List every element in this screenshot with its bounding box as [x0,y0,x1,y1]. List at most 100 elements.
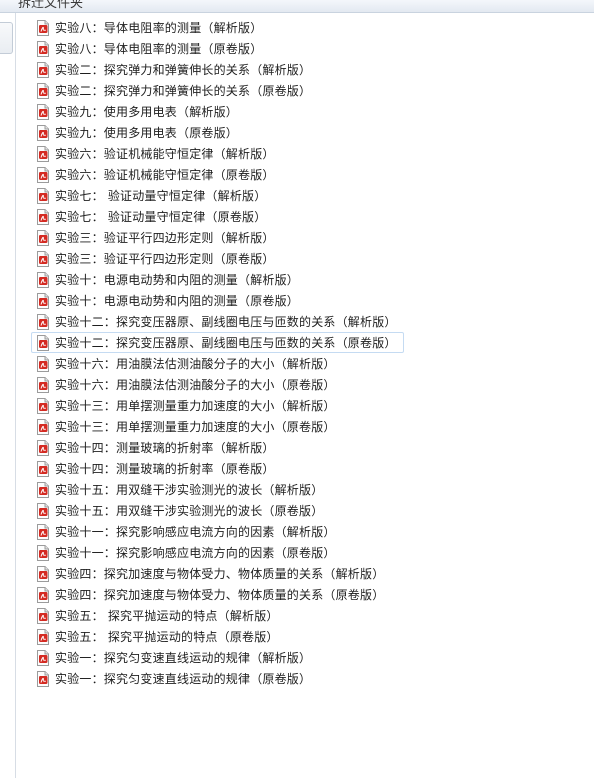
navigation-pane[interactable] [0,13,16,778]
pdf-icon [37,607,49,624]
window-title: 拆迁文件夹 [18,0,84,11]
file-name: 实验四：探究加速度与物体受力、物体质量的关系（原卷版） [55,587,385,602]
file-name: 实验十二：探究变压器原、副线圈电压与匝数的关系（解析版） [55,314,397,329]
file-item[interactable]: 实验五： 探究平抛运动的特点（解析版） [31,605,404,626]
file-item[interactable]: 实验三：验证平行四边形定则（原卷版） [31,248,404,269]
file-item[interactable]: 实验六：验证机械能守恒定律（原卷版） [31,164,404,185]
file-item[interactable]: 实验一：探究匀变速直线运动的规律（原卷版） [31,668,404,689]
file-item[interactable]: 实验二：探究弹力和弹簧伸长的关系（原卷版） [31,80,404,101]
file-name: 实验一：探究匀变速直线运动的规律（解析版） [55,650,312,665]
file-item[interactable]: 实验九：使用多用电表（原卷版） [31,122,404,143]
file-name: 实验十：电源电动势和内阻的测量（原卷版） [55,293,300,308]
file-item[interactable]: 实验十：电源电动势和内阻的测量（原卷版） [31,290,404,311]
pdf-icon [37,460,49,477]
file-item[interactable]: 实验十二：探究变压器原、副线圈电压与匝数的关系（原卷版） [31,332,404,353]
pdf-icon [37,418,49,435]
file-name: 实验八：导体电阻率的测量（原卷版） [55,41,263,56]
file-name: 实验十三：用单摆测量重力加速度的大小（解析版） [55,398,336,413]
pdf-icon [37,544,49,561]
file-name: 实验一：探究匀变速直线运动的规律（原卷版） [55,671,312,686]
pdf-icon [37,292,49,309]
pdf-icon [37,250,49,267]
file-item[interactable]: 实验七： 验证动量守恒定律（解析版） [31,185,404,206]
file-name: 实验十五：用双缝干涉实验测光的波长（解析版） [55,482,324,497]
file-name: 实验十四：测量玻璃的折射率（解析版） [55,440,275,455]
file-item[interactable]: 实验十四：测量玻璃的折射率（解析版） [31,437,404,458]
file-item[interactable]: 实验四：探究加速度与物体受力、物体质量的关系（原卷版） [31,584,404,605]
file-name: 实验五： 探究平抛运动的特点（解析版） [55,608,279,623]
pdf-icon [37,586,49,603]
file-name: 实验三：验证平行四边形定则（原卷版） [55,251,275,266]
pdf-icon [37,355,49,372]
pdf-icon [37,187,49,204]
file-name: 实验三：验证平行四边形定则（解析版） [55,230,275,245]
file-item[interactable]: 实验九：使用多用电表（解析版） [31,101,404,122]
file-item[interactable]: 实验十三：用单摆测量重力加速度的大小（原卷版） [31,416,404,437]
pdf-icon [37,124,49,141]
file-name: 实验十五：用双缝干涉实验测光的波长（原卷版） [55,503,324,518]
file-name: 实验十：电源电动势和内阻的测量（解析版） [55,272,300,287]
pdf-icon [37,565,49,582]
file-item[interactable]: 实验八：导体电阻率的测量（原卷版） [31,38,404,59]
file-item[interactable]: 实验十一：探究影响感应电流方向的因素（解析版） [31,521,404,542]
pdf-icon [37,670,49,687]
file-item[interactable]: 实验十五：用双缝干涉实验测光的波长（原卷版） [31,500,404,521]
window-title-bar: 拆迁文件夹 [0,0,594,13]
navigation-pane-tab[interactable] [0,22,13,54]
file-name: 实验二：探究弹力和弹簧伸长的关系（解析版） [55,62,312,77]
file-name: 实验十一：探究影响感应电流方向的因素（解析版） [55,524,336,539]
pdf-icon [37,145,49,162]
pdf-icon [37,334,49,351]
pdf-icon [37,103,49,120]
pdf-icon [37,397,49,414]
pdf-icon [37,271,49,288]
file-item[interactable]: 实验二：探究弹力和弹簧伸长的关系（解析版） [31,59,404,80]
file-name: 实验十六：用油膜法估测油酸分子的大小（原卷版） [55,377,336,392]
file-name: 实验十四：测量玻璃的折射率（原卷版） [55,461,275,476]
file-item[interactable]: 实验八：导体电阻率的测量（解析版） [31,17,404,38]
file-name: 实验八：导体电阻率的测量（解析版） [55,20,263,35]
pdf-icon [37,61,49,78]
file-name: 实验十三：用单摆测量重力加速度的大小（原卷版） [55,419,336,434]
file-item[interactable]: 实验七： 验证动量守恒定律（原卷版） [31,206,404,227]
pdf-icon [37,166,49,183]
file-name: 实验十一：探究影响感应电流方向的因素（原卷版） [55,545,336,560]
file-item[interactable]: 实验十三：用单摆测量重力加速度的大小（解析版） [31,395,404,416]
pdf-icon [37,502,49,519]
file-name: 实验十六：用油膜法估测油酸分子的大小（解析版） [55,356,336,371]
pdf-icon [37,19,49,36]
file-item[interactable]: 实验五： 探究平抛运动的特点（原卷版） [31,626,404,647]
pdf-icon [37,208,49,225]
pdf-icon [37,376,49,393]
file-item[interactable]: 实验十：电源电动势和内阻的测量（解析版） [31,269,404,290]
file-item[interactable]: 实验十四：测量玻璃的折射率（原卷版） [31,458,404,479]
file-name: 实验九：使用多用电表（解析版） [55,104,239,119]
file-item[interactable]: 实验十六：用油膜法估测油酸分子的大小（解析版） [31,353,404,374]
file-name: 实验七： 验证动量守恒定律（原卷版） [55,209,267,224]
file-name: 实验七： 验证动量守恒定律（解析版） [55,188,267,203]
file-item[interactable]: 实验十五：用双缝干涉实验测光的波长（解析版） [31,479,404,500]
pdf-icon [37,313,49,330]
file-item[interactable]: 实验十一：探究影响感应电流方向的因素（原卷版） [31,542,404,563]
file-item[interactable]: 实验十六：用油膜法估测油酸分子的大小（原卷版） [31,374,404,395]
pdf-icon [37,439,49,456]
file-item[interactable]: 实验四：探究加速度与物体受力、物体质量的关系（解析版） [31,563,404,584]
pdf-icon [37,229,49,246]
file-name: 实验五： 探究平抛运动的特点（原卷版） [55,629,279,644]
file-list: 实验八：导体电阻率的测量（解析版） 实验八：导体电阻率的测量（原卷版） 实验二：探究… [31,17,404,689]
file-name: 实验四：探究加速度与物体受力、物体质量的关系（解析版） [55,566,385,581]
pdf-icon [37,481,49,498]
file-item[interactable]: 实验一：探究匀变速直线运动的规律（解析版） [31,647,404,668]
file-name: 实验十二：探究变压器原、副线圈电压与匝数的关系（原卷版） [55,335,397,350]
file-name: 实验二：探究弹力和弹簧伸长的关系（原卷版） [55,83,312,98]
file-name: 实验六：验证机械能守恒定律（解析版） [55,146,275,161]
file-item[interactable]: 实验三：验证平行四边形定则（解析版） [31,227,404,248]
pdf-icon [37,82,49,99]
file-name: 实验九：使用多用电表（原卷版） [55,125,239,140]
pdf-icon [37,649,49,666]
file-item[interactable]: 实验六：验证机械能守恒定律（解析版） [31,143,404,164]
file-name: 实验六：验证机械能守恒定律（原卷版） [55,167,275,182]
file-item[interactable]: 实验十二：探究变压器原、副线圈电压与匝数的关系（解析版） [31,311,404,332]
pdf-icon [37,40,49,57]
pdf-icon [37,523,49,540]
